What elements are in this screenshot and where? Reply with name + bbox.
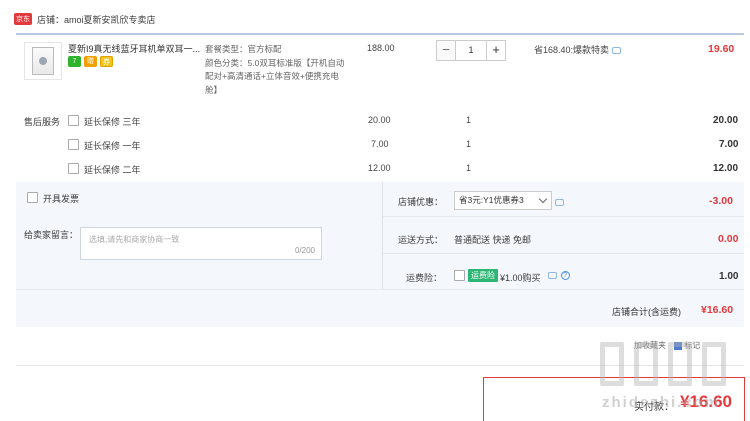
product-subtotal: 19.60 <box>708 43 735 55</box>
memo-placeholder: 选填,请先和商家协商一致 <box>89 235 180 244</box>
shipping-amount: 0.00 <box>718 233 739 245</box>
shop-coupon-selected: 省3元:Y1优惠券3 <box>459 195 524 205</box>
watermark-mark <box>634 342 658 386</box>
shop-label: 店铺： <box>37 14 65 25</box>
coupon-chat-icon[interactable] <box>555 199 564 207</box>
insurance-badge: 运费险 <box>468 269 498 282</box>
insurance-checkbox[interactable] <box>454 270 465 281</box>
insurance-chat-icon[interactable] <box>548 272 557 280</box>
warranty-2yr-subtotal: 12.00 <box>713 163 739 174</box>
unit-price: 188.00 <box>367 43 395 53</box>
product-spec: 套餐类型：官方标配 颜色分类：5.0双耳标准版【开机自动配对+高清通话+立体音效… <box>205 43 347 97</box>
seven-day-return-icon: 7 <box>68 56 81 67</box>
warranty-2yr-price: 12.00 <box>368 163 391 173</box>
after-sales-label: 售后服务 <box>24 117 61 127</box>
row-divider <box>16 289 744 290</box>
warranty-1yr-subtotal: 7.00 <box>719 139 739 150</box>
warranty-3yr-checkbox[interactable] <box>68 115 79 126</box>
insurance-icons: ? <box>548 270 570 281</box>
watermark-mark <box>668 342 692 386</box>
spec-color: 颜色分类：5.0双耳标准版【开机自动配对+高清通话+立体音效+便携充电舱】 <box>205 57 345 95</box>
memo-input[interactable]: 选填,请先和商家协商一致 0/200 <box>80 227 322 260</box>
warranty-3yr-subtotal: 20.00 <box>713 115 739 126</box>
watermark-mark <box>702 342 726 386</box>
warranty-1yr-qty: 1 <box>466 139 472 149</box>
watermark-text: zhidezhi.com <box>602 394 721 411</box>
shop-total-label: 店铺合计(含运费) <box>612 307 681 317</box>
shop-coupon-amount: -3.00 <box>709 195 733 207</box>
product-name-link[interactable]: 夏新I9真无线蓝牙耳机单双耳一... <box>68 42 200 55</box>
shop-coupon-label: 店铺优惠： <box>398 197 444 207</box>
shop-coupon-select[interactable]: 省3元:Y1优惠券3 <box>454 191 552 210</box>
row-divider <box>383 253 744 254</box>
memo-label: 给卖家留言： <box>24 230 79 240</box>
shop-name-link[interactable]: amoi夏新安凯欣专卖店 <box>64 13 156 26</box>
warranty-1yr-checkbox[interactable] <box>68 139 79 150</box>
panel-divider <box>382 182 383 289</box>
warranty-1yr-price: 7.00 <box>371 139 389 149</box>
promotion-text: 省168.40:爆款特卖 <box>534 45 610 55</box>
invoice-label: 开具发票 <box>43 194 80 204</box>
invoice-checkbox[interactable] <box>27 192 38 203</box>
product-thumbnail[interactable] <box>24 42 62 80</box>
warranty-2yr-checkbox[interactable] <box>68 163 79 174</box>
insurance-amount: 1.00 <box>719 271 739 282</box>
gift-icon: 赠 <box>84 56 97 67</box>
shop-total-amount: ¥16.60 <box>701 304 734 316</box>
chat-icon[interactable] <box>612 47 622 55</box>
help-icon[interactable]: ? <box>560 271 570 281</box>
row-divider <box>383 216 744 217</box>
watermark-mark <box>600 342 624 386</box>
quantity-stepper: − 1 + <box>436 40 506 61</box>
warranty-2yr-name: 延长保修 二年 <box>84 165 141 175</box>
product-tags: 7 赠 券 <box>68 56 113 67</box>
warranty-3yr-price: 20.00 <box>368 115 391 125</box>
warranty-2yr-qty: 1 <box>466 163 472 173</box>
chevron-down-icon <box>538 194 548 204</box>
qty-plus-button[interactable]: + <box>486 40 506 61</box>
warranty-3yr-qty: 1 <box>466 115 472 125</box>
watermark-logo: zhidezhi.com <box>594 334 734 411</box>
shipping-label: 运送方式： <box>398 235 444 245</box>
promotion: 省168.40:爆款特卖 <box>534 43 622 56</box>
qty-input[interactable]: 1 <box>456 40 486 61</box>
coupon-icon: 券 <box>100 56 113 67</box>
warranty-1yr-name: 延长保修 一年 <box>84 141 141 151</box>
shop-badge: 京东 <box>14 13 32 25</box>
shop-header: 京东 店铺： amoi夏新安凯欣专卖店 <box>14 10 156 28</box>
insurance-label: 运费险： <box>406 273 443 283</box>
shipping-value: 普通配送 快递 免邮 <box>454 235 532 245</box>
qty-minus-button[interactable]: − <box>436 40 456 61</box>
spec-package: 套餐类型：官方标配 <box>205 44 282 54</box>
memo-char-count: 0/200 <box>294 246 315 255</box>
warranty-3yr-name: 延长保修 三年 <box>84 117 141 127</box>
insurance-text: ¥1.00购买 <box>500 273 541 283</box>
header-divider <box>16 33 744 35</box>
